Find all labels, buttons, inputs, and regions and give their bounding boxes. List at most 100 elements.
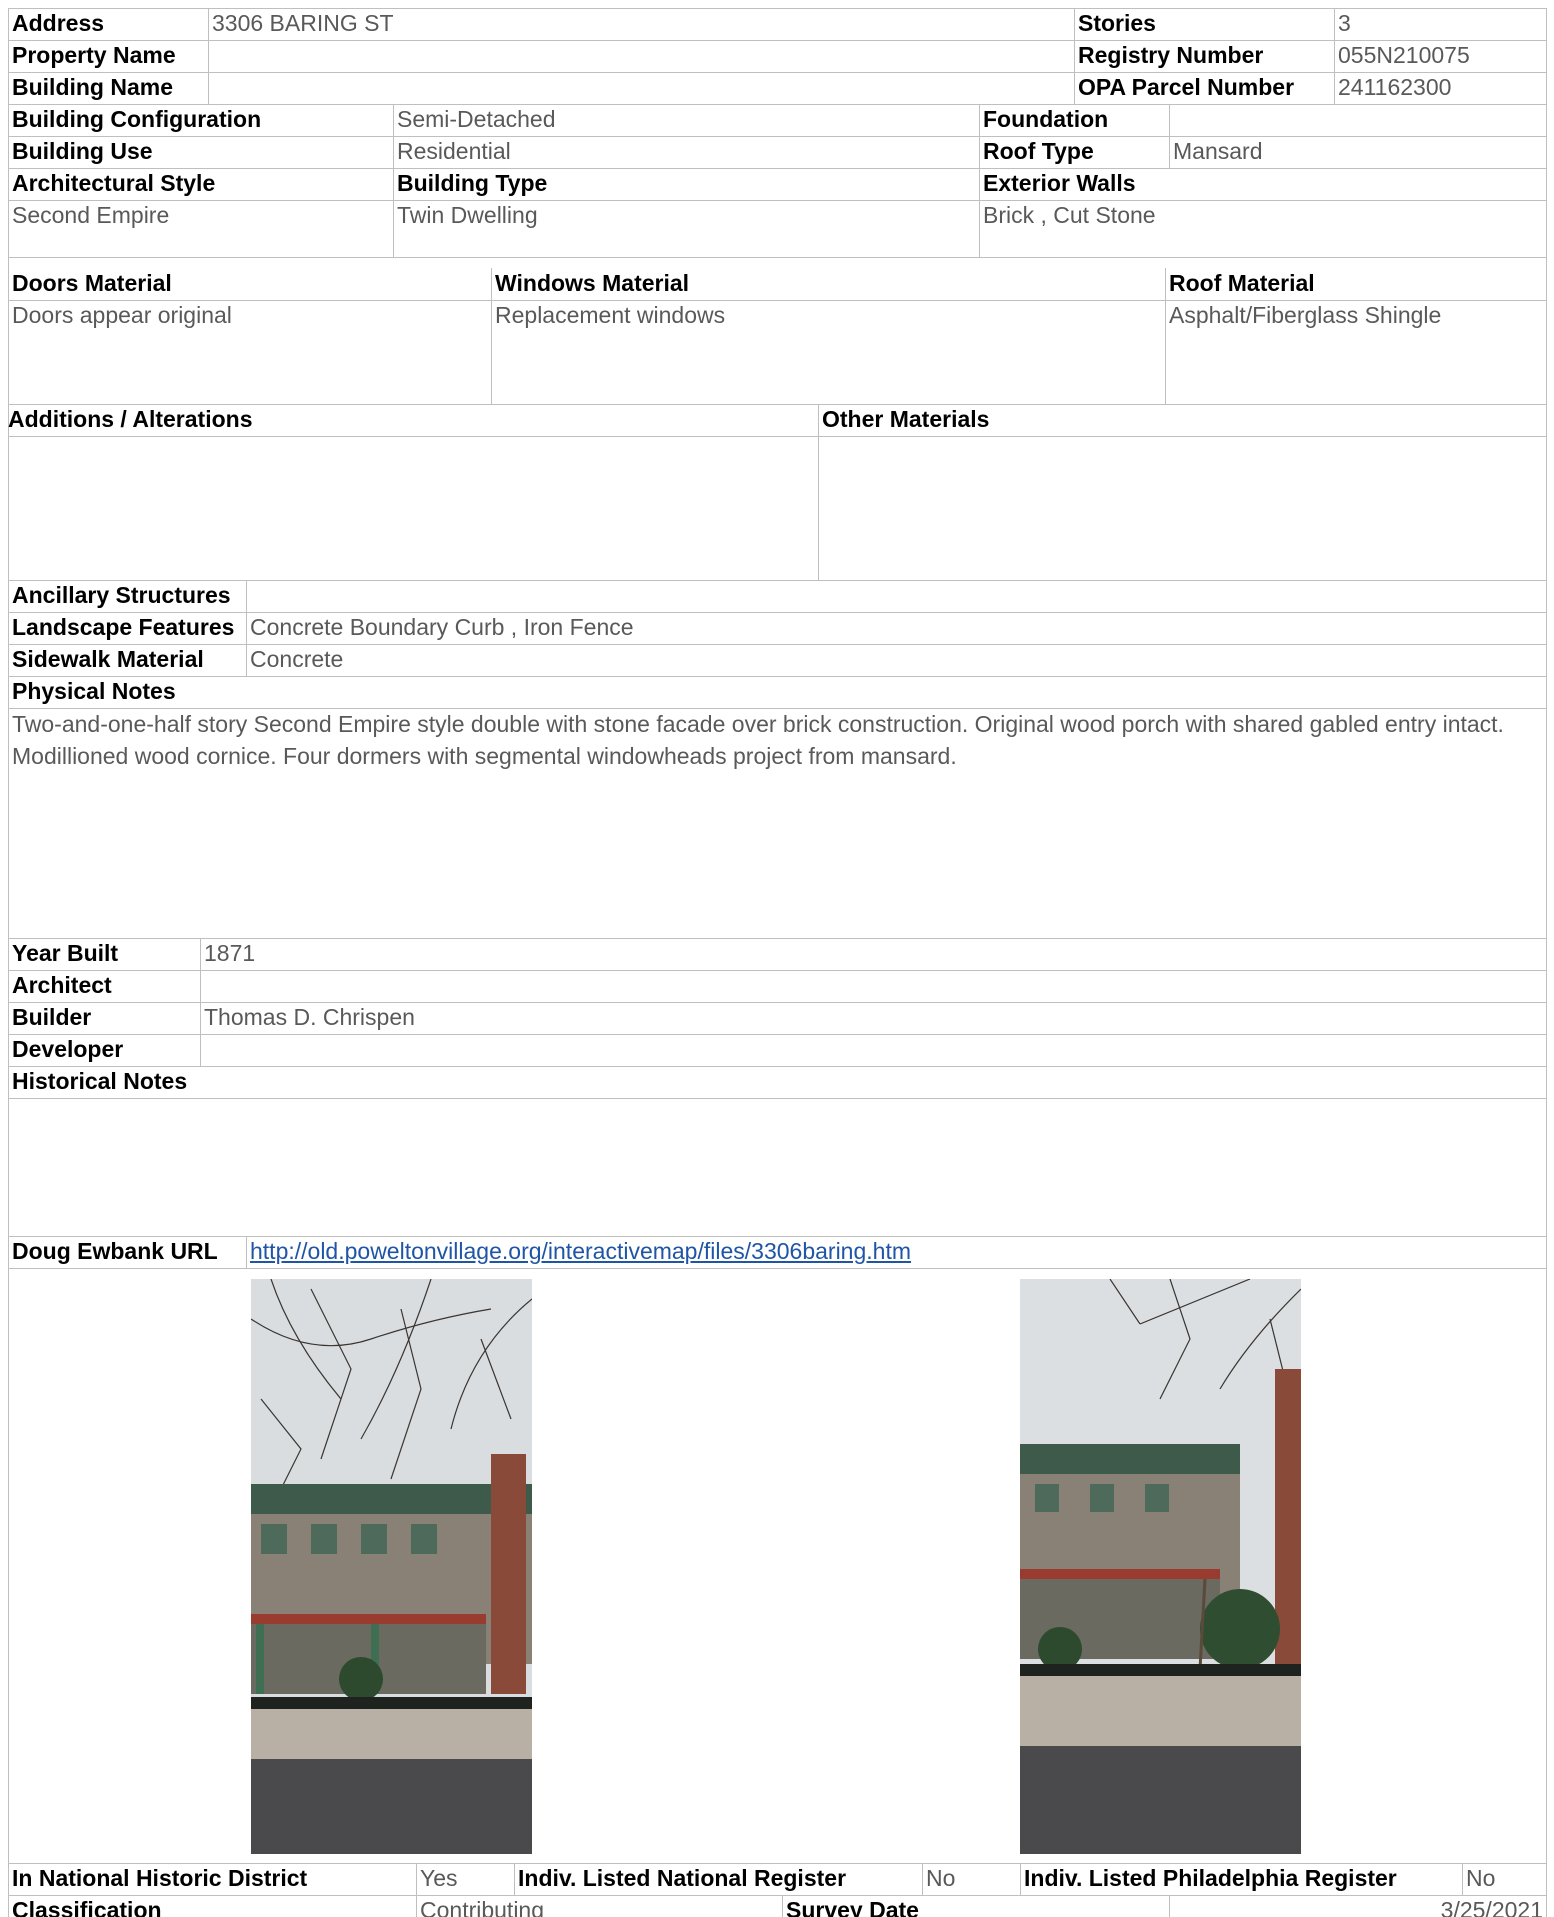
configuration-value: Semi-Detached — [397, 106, 556, 132]
district-label: In National Historic District — [12, 1865, 308, 1891]
ewbank-url-link[interactable]: http://old.poweltonvillage.org/interacti… — [250, 1238, 911, 1264]
grid-line — [8, 612, 1547, 613]
style-label: Architectural Style — [12, 170, 216, 196]
url-cell: http://old.poweltonvillage.org/interacti… — [246, 1236, 1547, 1268]
classification-label: Classification — [12, 1897, 162, 1917]
roof-material-label: Roof Material — [1169, 270, 1315, 296]
architect-label: Architect — [12, 972, 112, 998]
registry-value: 055N210075 — [1338, 42, 1470, 68]
grid-line — [922, 1863, 923, 1895]
physical-notes-text: Two-and-one-half story Second Empire sty… — [12, 711, 1504, 769]
developer-value — [200, 1034, 1547, 1066]
row-building-name: Building Name OPA Parcel Number 24116230… — [8, 72, 1547, 104]
grid-line — [1462, 1863, 1463, 1895]
national-register-label: Indiv. Listed National Register — [518, 1865, 847, 1891]
grid-line — [8, 300, 1547, 301]
survey-date-value: 3/25/2021 — [1440, 1897, 1543, 1917]
row-alteration-headers: Additions / Alterations Other Materials — [8, 404, 1547, 436]
windows-label: Windows Material — [495, 270, 690, 296]
grid-line — [8, 104, 1547, 105]
stories-value: 3 — [1338, 10, 1351, 36]
address-label: Address — [12, 10, 105, 36]
stories-label: Stories — [1078, 10, 1156, 36]
grid-line — [200, 938, 201, 1066]
building-type-value: Twin Dwelling — [397, 202, 538, 228]
exterior-walls-value: Brick , Cut Stone — [983, 202, 1156, 228]
grid-line — [8, 644, 1547, 645]
roof-type-value: Mansard — [1173, 138, 1263, 164]
grid-line — [1169, 104, 1170, 168]
building-use-value: Residential — [397, 138, 511, 164]
row-style-values: Second Empire Twin Dwelling Brick , Cut … — [8, 200, 1547, 257]
opa-value: 241162300 — [1338, 74, 1452, 100]
row-physical-notes: Two-and-one-half story Second Empire sty… — [8, 708, 1547, 938]
grid-line — [8, 1863, 1547, 1864]
grid-line — [8, 200, 1547, 201]
grid-line — [8, 1236, 1547, 1237]
grid-line — [8, 436, 1547, 437]
row-property-name: Property Name Registry Number 055N210075 — [8, 40, 1547, 72]
roof-type-label: Roof Type — [983, 138, 1094, 164]
row-developer: Developer — [8, 1034, 1547, 1066]
address-value: 3306 BARING ST — [212, 10, 394, 36]
ancillary-value — [246, 580, 1547, 612]
grid-line — [782, 1895, 783, 1917]
house-photo-angle — [1020, 1279, 1301, 1854]
grid-line — [8, 1268, 1547, 1269]
grid-line — [208, 8, 209, 104]
year-built-label: Year Built — [12, 940, 119, 966]
configuration-label: Building Configuration — [12, 106, 262, 132]
grid-line — [393, 104, 394, 257]
row-ancillary: Ancillary Structures — [8, 580, 1547, 612]
row-architect: Architect — [8, 970, 1547, 1002]
grid-line — [8, 1034, 1547, 1035]
grid-line — [8, 40, 1547, 41]
exterior-walls-label: Exterior Walls — [983, 170, 1136, 196]
grid-line — [979, 104, 980, 257]
opa-label: OPA Parcel Number — [1078, 74, 1295, 100]
row-year-built: Year Built 1871 — [8, 938, 1547, 970]
row-sidewalk: Sidewalk Material Concrete — [8, 644, 1547, 676]
property-name-label: Property Name — [12, 42, 176, 68]
physical-notes-label: Physical Notes — [12, 678, 176, 704]
foundation-label: Foundation — [983, 106, 1109, 132]
grid-line — [514, 1863, 515, 1895]
row-alteration-values — [8, 436, 1547, 580]
grid-line — [8, 136, 1547, 137]
grid-line — [491, 268, 492, 404]
historical-notes-label: Historical Notes — [12, 1068, 188, 1094]
classification-value: Contributing — [420, 1897, 545, 1917]
style-value: Second Empire — [12, 202, 170, 228]
landscape-value: Concrete Boundary Curb , Iron Fence — [250, 614, 634, 640]
grid-line — [8, 1895, 1547, 1896]
builder-label: Builder — [12, 1004, 92, 1030]
grid-line — [246, 1236, 247, 1268]
survey-date-label: Survey Date — [786, 1897, 919, 1917]
additions-value — [8, 436, 818, 580]
url-label: Doug Ewbank URL — [12, 1238, 218, 1264]
grid-line — [246, 580, 247, 676]
row-physical-label: Physical Notes — [8, 676, 1547, 708]
grid-line — [8, 676, 1547, 677]
building-name-value — [208, 72, 1074, 104]
grid-line — [1334, 8, 1335, 104]
year-built-value: 1871 — [204, 940, 256, 966]
row-historical-notes — [8, 1098, 1547, 1236]
grid-line — [416, 1863, 417, 1917]
building-name-label: Building Name — [12, 74, 174, 100]
building-type-label: Building Type — [397, 170, 548, 196]
house-photo-front-image — [251, 1279, 532, 1854]
registry-label: Registry Number — [1078, 42, 1264, 68]
property-name-value — [208, 40, 1074, 72]
row-register-status: In National Historic District Yes Indiv.… — [8, 1863, 1547, 1895]
grid-line — [1074, 8, 1075, 104]
row-style-headers: Architectural Style Building Type Exteri… — [8, 168, 1547, 200]
row-builder: Builder Thomas D. Chrispen — [8, 1002, 1547, 1034]
grid-line — [8, 1002, 1547, 1003]
other-materials-label: Other Materials — [822, 406, 990, 432]
phila-register-label: Indiv. Listed Philadelphia Register — [1024, 1865, 1397, 1891]
grid-line — [8, 72, 1547, 73]
doors-label: Doors Material — [12, 270, 172, 296]
developer-label: Developer — [12, 1036, 124, 1062]
row-url: Doug Ewbank URL http://old.poweltonvilla… — [8, 1236, 1547, 1268]
